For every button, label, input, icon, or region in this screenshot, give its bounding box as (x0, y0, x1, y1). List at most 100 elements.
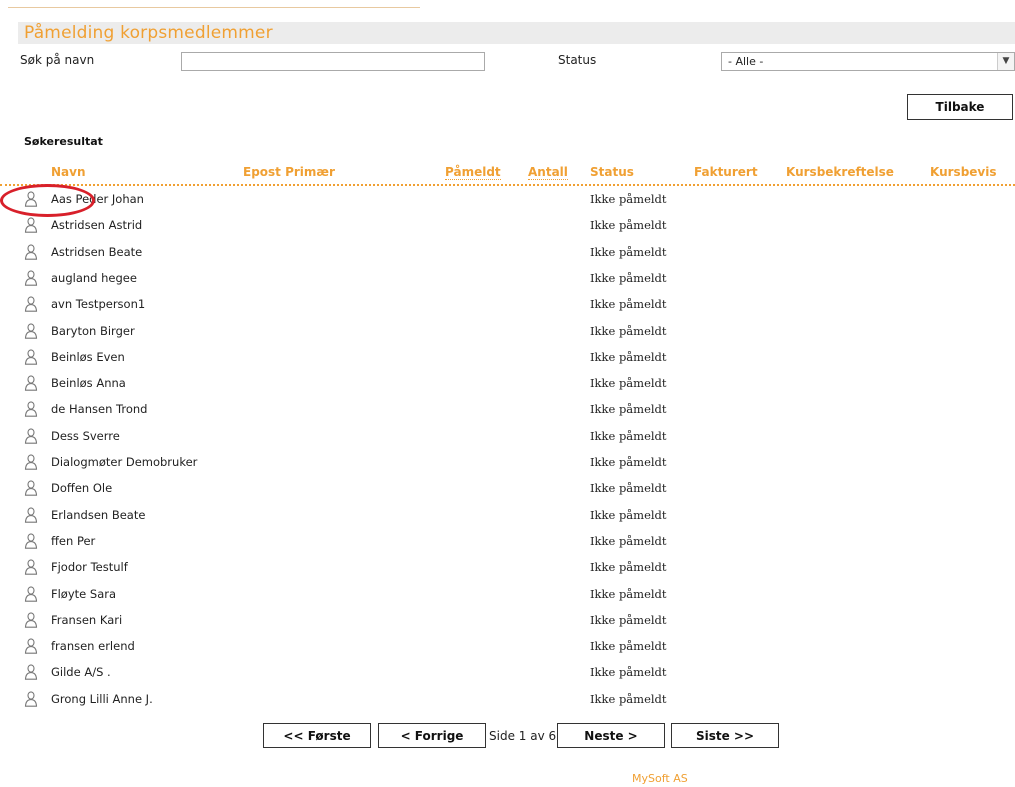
search-name-label: Søk på navn (20, 53, 95, 67)
status-label: Status (558, 53, 597, 67)
row-status: Ikke påmeldt (590, 376, 667, 391)
person-icon[interactable] (24, 428, 38, 444)
row-status: Ikke påmeldt (590, 218, 667, 233)
search-name-input[interactable] (181, 52, 485, 71)
chevron-down-icon[interactable]: ▼ (997, 53, 1014, 70)
table-row[interactable]: augland hegee Ikke påmeldt (0, 265, 1015, 291)
row-status: Ikke påmeldt (590, 349, 667, 364)
page-header: Påmelding korpsmedlemmer (18, 22, 1015, 44)
row-status: Ikke påmeldt (590, 612, 667, 627)
row-status: Ikke påmeldt (590, 533, 667, 548)
last-page-button[interactable]: Siste >> (671, 723, 779, 748)
table-row[interactable]: avn Testperson1 Ikke påmeldt (0, 291, 1015, 317)
col-header-status[interactable]: Status (590, 165, 634, 179)
person-icon[interactable] (24, 612, 38, 628)
person-icon[interactable] (24, 296, 38, 312)
results-title: Søkeresultat (24, 135, 103, 148)
table-row[interactable]: Fjodor Testulf Ikke påmeldt (0, 554, 1015, 580)
row-name[interactable]: fransen erlend (51, 639, 135, 653)
person-icon[interactable] (24, 375, 38, 391)
top-divider (8, 7, 420, 8)
row-status: Ikke påmeldt (590, 691, 667, 706)
person-icon[interactable] (24, 243, 38, 260)
person-icon[interactable] (24, 270, 38, 286)
row-name[interactable]: Beinløs Even (51, 350, 125, 364)
person-icon[interactable] (24, 585, 38, 602)
row-status: Ikke påmeldt (590, 639, 667, 654)
row-status: Ikke påmeldt (590, 428, 667, 443)
row-name[interactable]: Fløyte Sara (51, 587, 116, 601)
row-name[interactable]: Baryton Birger (51, 324, 135, 338)
row-status: Ikke påmeldt (590, 507, 667, 522)
table-row[interactable]: ffen Per Ikke påmeldt (0, 528, 1015, 554)
table-row[interactable]: Baryton Birger Ikke påmeldt (0, 318, 1015, 344)
col-header-pameldt[interactable]: Påmeldt (445, 165, 501, 180)
row-name[interactable]: Astridsen Astrid (51, 218, 142, 232)
table-row[interactable]: de Hansen Trond Ikke påmeldt (0, 396, 1015, 422)
row-name[interactable]: Doffen Ole (51, 481, 112, 495)
row-status: Ikke påmeldt (590, 270, 667, 285)
person-icon[interactable] (24, 691, 38, 707)
row-status: Ikke påmeldt (590, 244, 667, 259)
person-icon[interactable] (24, 480, 38, 497)
prev-page-button[interactable]: < Forrige (378, 723, 486, 748)
person-icon[interactable] (24, 349, 38, 365)
row-name[interactable]: de Hansen Trond (51, 402, 147, 416)
first-page-button[interactable]: << Første (263, 723, 371, 748)
row-status: Ikke påmeldt (590, 192, 667, 206)
table-row[interactable]: Gilde A/S . Ikke påmeldt (0, 659, 1015, 685)
table-row[interactable]: fransen erlend Ikke påmeldt (0, 633, 1015, 659)
person-icon[interactable] (24, 533, 38, 549)
person-icon[interactable] (24, 401, 38, 418)
person-icon[interactable] (24, 559, 38, 575)
person-icon[interactable] (24, 217, 38, 234)
table-row[interactable]: Grong Lilli Anne J. Ikke påmeldt (0, 686, 1015, 712)
row-status: Ikke påmeldt (590, 297, 667, 312)
row-name[interactable]: Fransen Kari (51, 613, 122, 627)
status-select[interactable]: - Alle - ▼ (721, 52, 1015, 71)
person-icon[interactable] (24, 638, 38, 654)
next-page-button[interactable]: Neste > (557, 723, 665, 748)
back-button[interactable]: Tilbake (907, 94, 1013, 120)
row-name[interactable]: Erlandsen Beate (51, 508, 145, 522)
table-row[interactable]: Astridsen Astrid Ikke påmeldt (0, 212, 1015, 238)
table-row[interactable]: Beinløs Anna Ikke påmeldt (0, 370, 1015, 396)
col-header-antall[interactable]: Antall (528, 165, 568, 180)
row-name[interactable]: Aas Peder Johan (51, 192, 144, 206)
col-header-kursbevis[interactable]: Kursbevis (930, 165, 997, 179)
row-name[interactable]: avn Testperson1 (51, 297, 145, 311)
person-icon[interactable] (24, 664, 38, 681)
table-row[interactable]: Erlandsen Beate Ikke påmeldt (0, 502, 1015, 528)
row-name[interactable]: Dialogmøter Demobruker (51, 455, 197, 469)
table-row[interactable]: Dialogmøter Demobruker Ikke påmeldt (0, 449, 1015, 475)
person-icon[interactable] (24, 506, 38, 523)
page-title: Påmelding korpsmedlemmer (24, 23, 273, 43)
row-status: Ikke påmeldt (590, 323, 667, 338)
row-name[interactable]: augland hegee (51, 271, 137, 285)
row-status: Ikke påmeldt (590, 586, 667, 601)
row-name[interactable]: Grong Lilli Anne J. (51, 692, 153, 706)
col-header-kursbekreftelse[interactable]: Kursbekreftelse (786, 165, 894, 179)
table-row[interactable]: Aas Peder Johan Ikke påmeldt (0, 186, 1015, 212)
row-name[interactable]: Gilde A/S . (51, 665, 111, 679)
row-name[interactable]: Astridsen Beate (51, 245, 142, 259)
col-header-navn[interactable]: Navn (51, 165, 86, 179)
row-name[interactable]: Fjodor Testulf (51, 560, 128, 574)
row-name[interactable]: Beinløs Anna (51, 376, 126, 390)
row-status: Ikke påmeldt (590, 560, 667, 575)
table-row[interactable]: Dess Sverre Ikke påmeldt (0, 423, 1015, 449)
row-name[interactable]: Dess Sverre (51, 429, 120, 443)
person-icon[interactable] (24, 191, 38, 207)
results-header-row: Navn Epost Primær Påmeldt Antall Status … (0, 162, 1015, 186)
table-row[interactable]: Beinløs Even Ikke påmeldt (0, 344, 1015, 370)
col-header-fakturert[interactable]: Fakturert (694, 165, 758, 179)
person-icon[interactable] (24, 322, 38, 339)
table-row[interactable]: Astridsen Beate Ikke påmeldt (0, 239, 1015, 265)
row-name[interactable]: ffen Per (51, 534, 95, 548)
person-icon[interactable] (24, 454, 38, 470)
table-row[interactable]: Fransen Kari Ikke påmeldt (0, 607, 1015, 633)
table-row[interactable]: Doffen Ole Ikke påmeldt (0, 475, 1015, 501)
col-header-epost[interactable]: Epost Primær (243, 165, 335, 179)
row-status: Ikke påmeldt (590, 402, 667, 417)
table-row[interactable]: Fløyte Sara Ikke påmeldt (0, 581, 1015, 607)
